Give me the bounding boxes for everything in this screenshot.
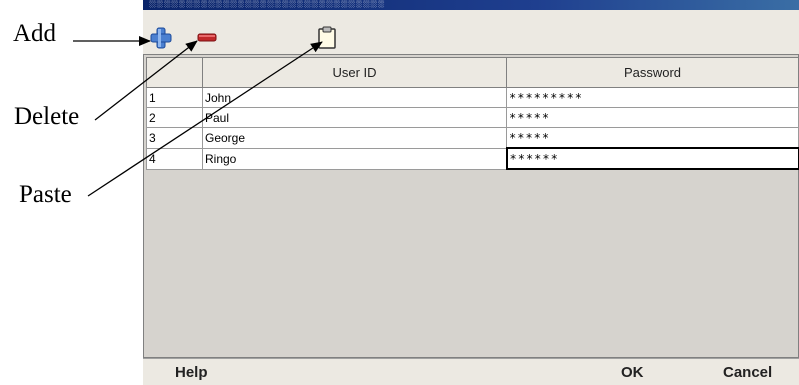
plus-icon	[150, 27, 172, 49]
annotation-paste: Paste	[19, 181, 72, 208]
clipboard-icon	[318, 26, 336, 49]
row-index: 2	[146, 107, 203, 128]
password-cell[interactable]: *********	[506, 87, 799, 108]
user-table-area: User ID Password 1 John ********* 2 Paul…	[143, 54, 799, 358]
column-header-user-id[interactable]: User ID	[202, 57, 507, 88]
user-table: User ID Password 1 John ********* 2 Paul…	[146, 57, 799, 170]
user-id-cell[interactable]: John	[202, 87, 507, 108]
table-row[interactable]: 3 George *****	[146, 127, 799, 149]
annotation-delete: Delete	[14, 103, 80, 130]
user-password-dialog: ░░░░░░░░░░░░░░░░░░░░░░░░░░░░░░░░ User ID…	[143, 0, 799, 385]
row-index: 1	[146, 87, 203, 108]
user-id-cell[interactable]: Ringo	[202, 147, 507, 170]
delete-button[interactable]	[195, 26, 219, 50]
password-cell-editing[interactable]: ******	[505, 147, 799, 170]
table-row[interactable]: 1 John *********	[146, 87, 799, 108]
column-header-index[interactable]	[146, 57, 203, 88]
add-button[interactable]	[149, 26, 173, 50]
user-id-cell[interactable]: George	[202, 127, 507, 149]
row-index: 4	[146, 147, 203, 170]
password-cell[interactable]: *****	[506, 107, 799, 128]
annotation-add: Add	[13, 20, 57, 47]
toolbar	[143, 10, 799, 54]
paste-button[interactable]	[315, 26, 339, 50]
title-bar: ░░░░░░░░░░░░░░░░░░░░░░░░░░░░░░░░	[143, 0, 799, 10]
help-button[interactable]: Help	[175, 364, 208, 381]
minus-icon	[197, 33, 217, 42]
ok-button[interactable]: OK	[621, 364, 644, 381]
table-row[interactable]: 4 Ringo ******	[146, 147, 799, 170]
row-index: 3	[146, 127, 203, 149]
password-cell[interactable]: *****	[506, 127, 799, 149]
user-id-cell[interactable]: Paul	[202, 107, 507, 128]
button-bar: Help OK Cancel	[143, 358, 799, 385]
table-row[interactable]: 2 Paul *****	[146, 107, 799, 128]
cancel-button[interactable]: Cancel	[723, 364, 772, 381]
table-header-row: User ID Password	[146, 57, 799, 88]
column-header-password[interactable]: Password	[506, 57, 799, 88]
